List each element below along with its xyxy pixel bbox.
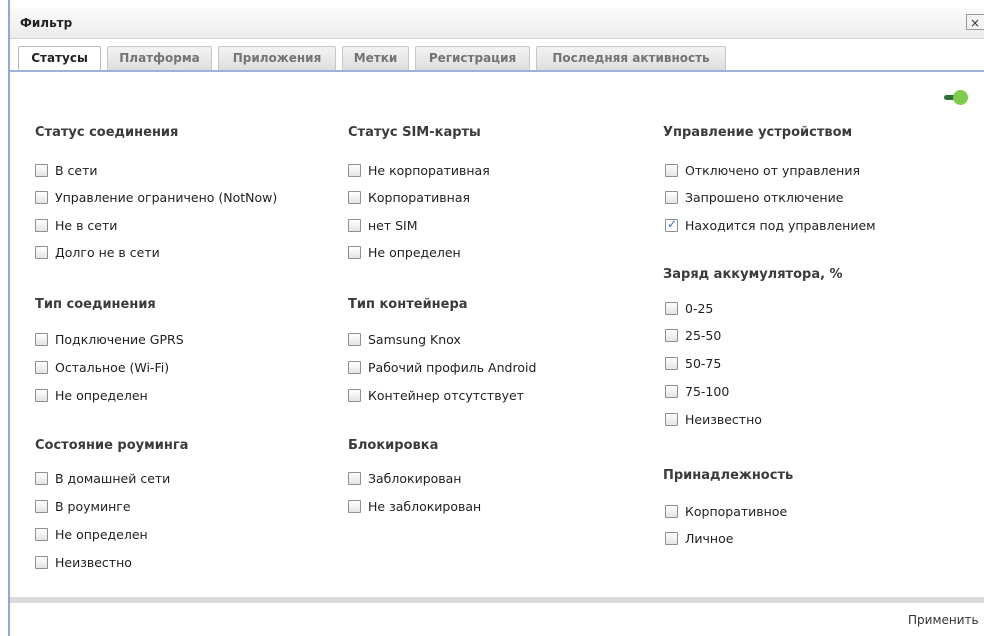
checkbox-box[interactable] xyxy=(35,389,48,402)
checkbox-box[interactable] xyxy=(665,191,678,204)
checkbox-label: Не в сети xyxy=(55,218,118,233)
checkbox-box[interactable] xyxy=(665,532,678,545)
checkbox-box[interactable] xyxy=(35,246,48,259)
checkbox-box[interactable] xyxy=(665,302,678,315)
checkbox-box[interactable] xyxy=(665,357,678,370)
checkbox-label: Рабочий профиль Android xyxy=(368,360,537,375)
checkbox-box[interactable] xyxy=(35,164,48,177)
checkbox-box[interactable] xyxy=(348,191,361,204)
checkbox-label: В сети xyxy=(55,163,98,178)
checkbox-label: Корпоративная xyxy=(368,190,470,205)
section-title-connection-status: Статус соединения xyxy=(35,125,179,140)
checkbox-box[interactable] xyxy=(35,528,48,541)
checkbox-label: Не заблокирован xyxy=(368,499,482,514)
footer-divider xyxy=(10,597,984,603)
checkbox-box[interactable] xyxy=(665,164,678,177)
section-title-roaming: Состояние роуминга xyxy=(35,438,189,453)
title-bar: Фильтр xyxy=(10,8,984,39)
tab-last-activity[interactable]: Последняя активность xyxy=(536,46,726,70)
tab-tags[interactable]: Метки xyxy=(342,46,409,70)
checkbox-label: Находится под управлением xyxy=(685,218,876,233)
close-button[interactable]: × xyxy=(966,14,984,30)
checkbox-label: Остальное (Wi-Fi) xyxy=(55,360,170,375)
checkbox-box[interactable] xyxy=(35,556,48,569)
checkbox-label: Запрошено отключение xyxy=(685,190,844,205)
checkbox-label: Контейнер отсутствует xyxy=(368,388,524,403)
section-title-sim-status: Статус SIM-карты xyxy=(348,125,481,140)
section-title-device-management: Управление устройством xyxy=(663,125,853,140)
checkbox-box[interactable] xyxy=(348,472,361,485)
checkbox-box[interactable] xyxy=(348,219,361,232)
section-title-battery: Заряд аккумулятора, % xyxy=(663,267,843,282)
checkbox-label: Не определен xyxy=(55,388,148,403)
checkbox-box[interactable] xyxy=(348,164,361,177)
checkbox-label: Корпоративное xyxy=(685,504,788,519)
toggle-knob xyxy=(953,90,968,105)
checkbox-label: Не определен xyxy=(368,245,461,260)
checkbox-box[interactable] xyxy=(35,472,48,485)
section-title-connection-type: Тип соединения xyxy=(35,297,156,312)
checkbox-box[interactable] xyxy=(35,191,48,204)
checkbox-box[interactable] xyxy=(348,333,361,346)
window-edge xyxy=(8,0,10,636)
checkbox-label: Не корпоративная xyxy=(368,163,490,178)
section-title-container-type: Тип контейнера xyxy=(348,297,468,312)
checkbox-label: Не определен xyxy=(55,527,148,542)
checkbox-box[interactable] xyxy=(665,385,678,398)
checkbox-box[interactable] xyxy=(665,329,678,342)
apply-button[interactable]: Применить xyxy=(908,613,979,627)
section-title-lock: Блокировка xyxy=(348,438,439,453)
section-title-ownership: Принадлежность xyxy=(663,468,794,483)
checkbox-label: В домашней сети xyxy=(55,471,171,486)
tab-applications[interactable]: Приложения xyxy=(218,46,336,70)
checkbox-box[interactable] xyxy=(35,219,48,232)
checkbox-label: Подключение GPRS xyxy=(55,332,184,347)
checkbox-box[interactable] xyxy=(35,500,48,513)
filter-dialog: Фильтр × Статусы Платформа Приложения Ме… xyxy=(0,0,984,636)
checkbox-label: нет SIM xyxy=(368,218,418,233)
checkbox-box[interactable] xyxy=(348,500,361,513)
checkbox-label: 25-50 xyxy=(685,328,722,343)
checkbox-label: Заблокирован xyxy=(368,471,462,486)
checkbox-label: 0-25 xyxy=(685,301,714,316)
checkbox-label: 75-100 xyxy=(685,384,730,399)
checkbox-label: 50-75 xyxy=(685,356,722,371)
checkbox-box[interactable] xyxy=(35,361,48,374)
checkbox-box[interactable] xyxy=(35,333,48,346)
checkbox-label: Неизвестно xyxy=(685,412,762,427)
tab-registration[interactable]: Регистрация xyxy=(415,46,530,70)
checkbox-box-checked[interactable] xyxy=(665,217,678,232)
tab-statuses[interactable]: Статусы xyxy=(18,46,101,71)
checkbox-label: Управление ограничено (NotNow) xyxy=(55,190,278,205)
checkbox-label: Личное xyxy=(685,531,734,546)
checkbox-box[interactable] xyxy=(348,361,361,374)
checkbox-label: Долго не в сети xyxy=(55,245,160,260)
checkbox-label: Неизвестно xyxy=(55,555,132,570)
checkbox-box[interactable] xyxy=(348,389,361,402)
dialog-title: Фильтр xyxy=(20,16,73,30)
checkbox-label: В роуминге xyxy=(55,499,131,514)
filter-toggle[interactable] xyxy=(944,90,968,106)
checkbox-box[interactable] xyxy=(348,246,361,259)
checkbox-label: Отключено от управления xyxy=(685,163,860,178)
checkbox-label: Samsung Knox xyxy=(368,332,461,347)
tab-underline xyxy=(10,70,984,72)
checkbox-box[interactable] xyxy=(665,413,678,426)
tab-platform[interactable]: Платформа xyxy=(107,46,212,70)
checkbox-box[interactable] xyxy=(665,505,678,518)
